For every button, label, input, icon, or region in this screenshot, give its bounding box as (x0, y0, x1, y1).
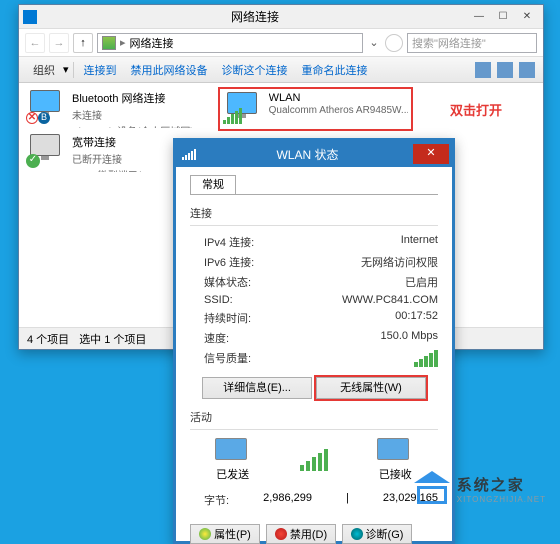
signal-icon (182, 149, 196, 160)
close-button[interactable]: ✕ (413, 144, 449, 164)
nav-up-icon[interactable]: ↑ (73, 33, 93, 53)
toolbar-connect[interactable]: 连接到 (78, 60, 123, 80)
conn-name: 宽带连接 (72, 134, 179, 150)
window-title: 网络连接 (43, 8, 467, 25)
window-icon (23, 10, 37, 24)
minimize-button[interactable]: — (467, 8, 491, 26)
status-count: 4 个项目 (27, 331, 69, 347)
addr-dropdown-icon[interactable]: ⌄ (367, 36, 381, 49)
view-icon[interactable] (475, 62, 491, 78)
conn-name: WLAN (269, 92, 408, 104)
wifi-icon (223, 108, 242, 124)
activity-wifi-icon (300, 449, 328, 471)
bluetooth-icon: B (38, 112, 50, 124)
pc-icon (215, 438, 251, 466)
close-button[interactable]: ✕ (515, 8, 539, 26)
disable-button[interactable]: 禁用(D) (266, 524, 336, 544)
signal-quality-icon (414, 350, 438, 367)
nav-fwd-icon[interactable]: → (49, 33, 69, 53)
toolbar-rename[interactable]: 重命名此连接 (296, 60, 374, 80)
group-connection: 连接 (190, 205, 438, 221)
properties-button[interactable]: 属性(P) (190, 524, 260, 544)
check-icon: ✓ (26, 154, 40, 168)
diagnose-button[interactable]: 诊断(G) (342, 524, 412, 544)
nav-back-icon[interactable]: ← (25, 33, 45, 53)
connection-item-wlan[interactable]: WLAN Qualcomm Atheros AR9485W... (218, 87, 413, 131)
help-icon[interactable] (519, 62, 535, 78)
toolbar-diagnose[interactable]: 诊断这个连接 (216, 60, 294, 80)
wireless-properties-button[interactable]: 无线属性(W) (316, 377, 426, 399)
details-icon[interactable] (497, 62, 513, 78)
conn-name: Bluetooth 网络连接 (72, 90, 194, 106)
group-activity: 活动 (190, 409, 438, 425)
toolbar-disable[interactable]: 禁用此网络设备 (125, 60, 214, 80)
annotation: 双击打开 (450, 100, 502, 119)
folder-icon (102, 36, 116, 50)
address-bar[interactable]: ▸ 网络连接 (97, 33, 363, 53)
refresh-button[interactable] (385, 34, 403, 52)
search-input[interactable]: 搜索"网络连接" (407, 33, 537, 53)
toolbar-organize[interactable]: 组织 (27, 60, 61, 80)
disconnected-icon: ✕ (26, 112, 38, 124)
dialog-title: WLAN 状态 (202, 146, 413, 163)
breadcrumb[interactable]: 网络连接 (130, 35, 174, 51)
connection-item[interactable]: ✕B Bluetooth 网络连接 未连接 Bluetooth 设备(个人区域网… (23, 87, 218, 131)
details-button[interactable]: 详细信息(E)... (202, 377, 312, 399)
tab-general[interactable]: 常规 (190, 175, 236, 195)
maximize-button[interactable]: ☐ (491, 8, 515, 26)
status-selected: 选中 1 个项目 (79, 331, 146, 347)
pc-icon (377, 438, 413, 466)
watermark: 系统之家XITONGZHIJIA.NET (417, 474, 546, 504)
